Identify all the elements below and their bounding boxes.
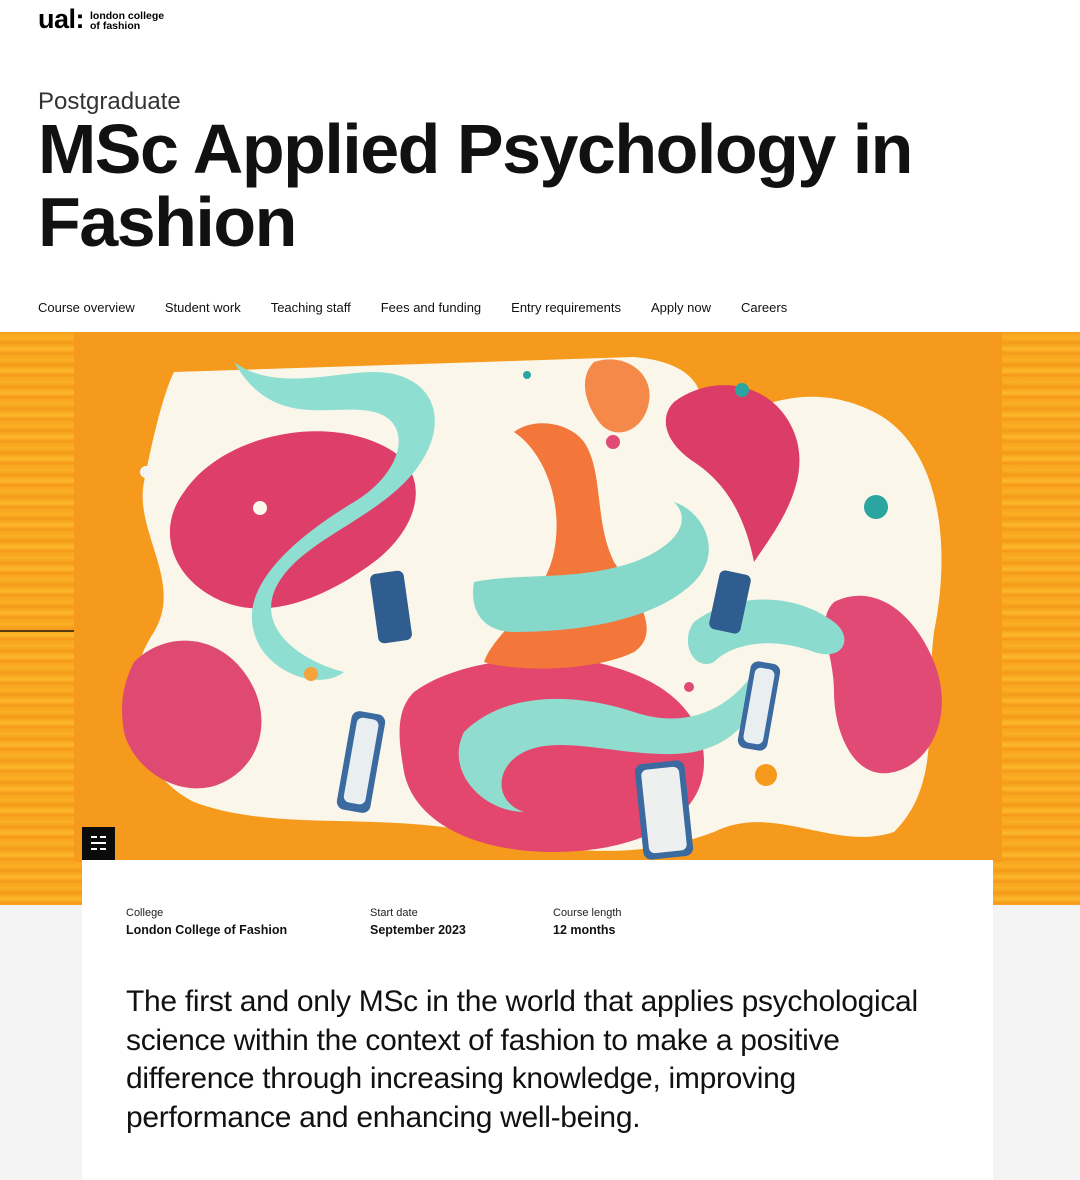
fact-course-length: Course length 12 months — [553, 907, 733, 937]
nav-course-overview[interactable]: Course overview — [38, 300, 135, 315]
logo-college-name: london college of fashion — [90, 9, 165, 32]
ual-logo[interactable]: ual: london college of fashion — [38, 6, 164, 33]
fact-course-length-value: 12 months — [553, 923, 616, 937]
image-caption-icon[interactable] — [82, 827, 115, 860]
course-nav: Course overview Student work Teaching st… — [38, 300, 787, 315]
fact-start-date-value: September 2023 — [370, 923, 466, 937]
fact-college-label: College — [126, 907, 164, 919]
caption-lines-icon — [91, 836, 106, 850]
logo-mark: ual: — [38, 4, 85, 34]
hero-illustration — [74, 332, 1002, 862]
fact-college: College London College of Fashion — [126, 907, 370, 937]
logo-line-1: london college — [90, 9, 165, 22]
nav-student-work[interactable]: Student work — [165, 300, 241, 315]
nav-entry-requirements[interactable]: Entry requirements — [511, 300, 621, 315]
nav-teaching-staff[interactable]: Teaching staff — [271, 300, 351, 315]
fact-start-date-label: Start date — [370, 907, 418, 919]
fact-start-date: Start date September 2023 — [370, 907, 553, 937]
hero-banner — [0, 332, 1080, 905]
course-facts: College London College of Fashion Start … — [126, 907, 733, 937]
course-intro: The first and only MSc in the world that… — [126, 985, 918, 1134]
fact-course-length-label: Course length — [553, 907, 622, 919]
nav-careers[interactable]: Careers — [741, 300, 787, 315]
page-title: MSc Applied Psychology in Fashion — [38, 110, 913, 261]
logo-line-2: of fashion — [90, 19, 141, 32]
fact-college-value: London College of Fashion — [126, 923, 288, 937]
nav-fees-and-funding[interactable]: Fees and funding — [381, 300, 481, 315]
nav-apply-now[interactable]: Apply now — [651, 300, 711, 315]
hero-edge-line — [0, 630, 74, 632]
